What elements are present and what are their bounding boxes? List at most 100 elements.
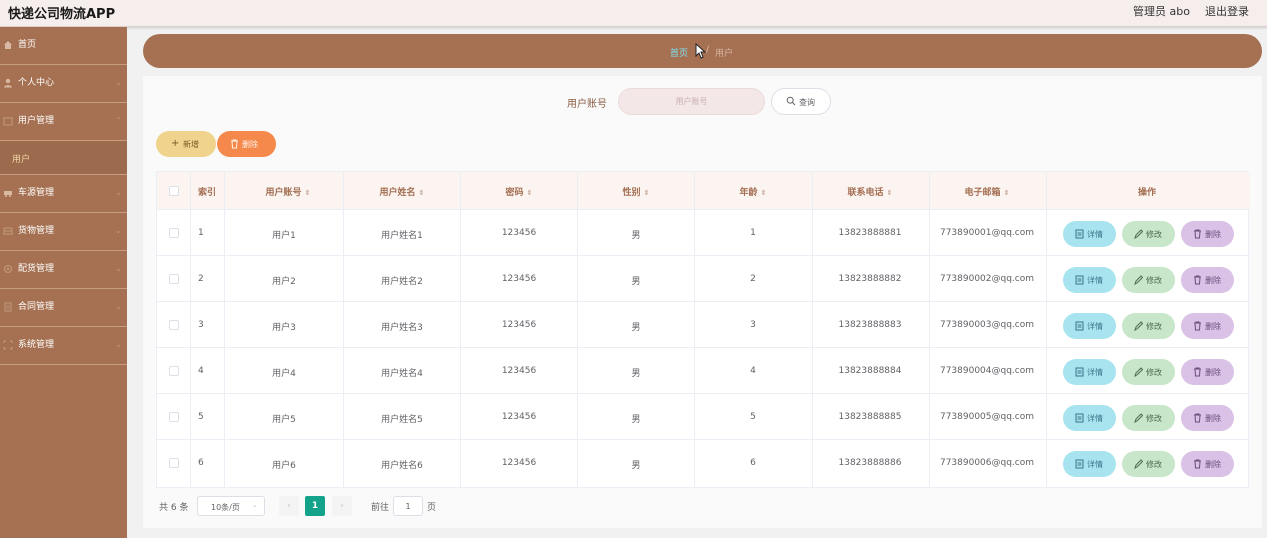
document-icon	[1075, 321, 1084, 331]
edit-button[interactable]: 修改	[1122, 267, 1175, 293]
page-number-current[interactable]: 1	[305, 496, 325, 516]
detail-button[interactable]: 详情	[1063, 313, 1116, 339]
sort-icon[interactable]: ⇕	[305, 189, 311, 197]
delete-button[interactable]: 删除	[1181, 313, 1234, 339]
cell-gender: 男	[631, 415, 641, 425]
sidebar-item-personal-center[interactable]: 个人中心 ⌄	[0, 65, 127, 103]
detail-button-label: 详情	[1087, 322, 1103, 331]
sidebar-item-label: 系统管理	[18, 340, 55, 350]
detail-button[interactable]: 详情	[1063, 267, 1116, 293]
cell-password: 123456	[501, 458, 537, 468]
cell-age: 5	[750, 412, 756, 422]
cell-gender: 男	[631, 369, 641, 379]
chevron-down-icon: ⌄	[115, 264, 122, 273]
column-header-gender[interactable]: 性别 ⇕	[623, 185, 650, 198]
batch-delete-button[interactable]: 删除	[217, 131, 276, 157]
sidebar-item-vehicle-management[interactable]: 车源管理 ⌄	[0, 175, 127, 213]
delete-button[interactable]: 删除	[1181, 405, 1234, 431]
edit-button[interactable]: 修改	[1122, 451, 1175, 477]
trash-icon	[230, 139, 239, 149]
search-label: 用户账号	[567, 99, 607, 110]
sort-icon[interactable]: ⇕	[644, 189, 650, 197]
sidebar-item-home[interactable]: 首页	[0, 27, 127, 65]
add-button[interactable]: + 新增	[156, 131, 216, 157]
goto-page-suffix: 页	[427, 503, 437, 513]
column-header-age[interactable]: 年龄 ⇕	[740, 185, 767, 198]
trash-icon	[1193, 413, 1202, 423]
prev-page-button[interactable]: ‹	[279, 496, 299, 516]
sidebar-item-goods-management[interactable]: 货物管理 ⌄	[0, 213, 127, 251]
search-input[interactable]	[618, 88, 765, 115]
column-header-phone[interactable]: 联系电话 ⇕	[848, 185, 893, 198]
column-header-label: 密码	[505, 188, 524, 198]
sidebar-item-user-management[interactable]: 用户管理 ⌃	[0, 103, 127, 141]
cell-gender: 男	[631, 461, 641, 471]
row-checkbox[interactable]	[169, 412, 179, 422]
cell-index: 1	[198, 228, 204, 238]
delete-button-label: 删除	[1205, 230, 1221, 239]
edit-button[interactable]: 修改	[1122, 405, 1175, 431]
document-icon	[1075, 413, 1084, 423]
chevron-down-icon: ⌄	[115, 340, 122, 349]
detail-button[interactable]: 详情	[1063, 405, 1116, 431]
select-all-checkbox[interactable]	[169, 186, 179, 196]
cell-account: 用户1	[272, 231, 296, 241]
trash-icon	[1193, 229, 1202, 239]
detail-button[interactable]: 详情	[1063, 359, 1116, 385]
row-checkbox[interactable]	[169, 320, 179, 330]
column-header-name[interactable]: 用户姓名 ⇕	[380, 185, 425, 198]
delete-button[interactable]: 删除	[1181, 221, 1234, 247]
cell-index: 4	[198, 366, 204, 376]
column-header-label: 年龄	[739, 188, 758, 198]
sidebar-subitem-users[interactable]: 用户	[0, 141, 127, 175]
column-header-password[interactable]: 密码 ⇕	[506, 185, 533, 198]
sort-icon[interactable]: ⇕	[887, 189, 893, 197]
cell-age: 6	[750, 458, 756, 468]
row-checkbox[interactable]	[169, 458, 179, 468]
sidebar-item-label: 车源管理	[18, 188, 55, 198]
row-checkbox[interactable]	[169, 274, 179, 284]
edit-button-label: 修改	[1146, 368, 1162, 377]
detail-button[interactable]: 详情	[1063, 451, 1116, 477]
delete-button[interactable]: 删除	[1181, 451, 1234, 477]
query-button[interactable]: 查询	[771, 88, 831, 115]
sort-icon[interactable]: ⇕	[1004, 189, 1010, 197]
page-size-select[interactable]: 10条/页 ⌄	[197, 496, 265, 516]
cell-account: 用户4	[272, 369, 296, 379]
table-header: 索引 用户账号 ⇕ 用户姓名 ⇕ 密码 ⇕ 性别 ⇕ 年龄 ⇕ 联系电话 ⇕ 电子邮箱 ⇕ 操…	[157, 172, 1250, 210]
sidebar-item-label: 配货管理	[18, 264, 55, 274]
goto-page-input[interactable]	[393, 496, 423, 516]
sidebar-item-contract-management[interactable]: 合同管理 ⌄	[0, 289, 127, 327]
sidebar-item-system-management[interactable]: 系统管理 ⌄	[0, 327, 127, 365]
trash-icon	[1193, 275, 1202, 285]
column-header-label: 电子邮箱	[964, 188, 1001, 198]
query-button-label: 查询	[799, 98, 815, 107]
breadcrumb-home[interactable]: 首页	[670, 46, 688, 59]
cell-age: 4	[750, 366, 756, 376]
logout-link[interactable]: 退出登录	[1205, 3, 1249, 19]
edit-button[interactable]: 修改	[1122, 313, 1175, 339]
edit-button[interactable]: 修改	[1122, 359, 1175, 385]
column-header-account[interactable]: 用户账号 ⇕	[266, 185, 311, 198]
edit-button[interactable]: 修改	[1122, 221, 1175, 247]
page-size-value: 10条/页	[211, 503, 240, 512]
system-icon	[3, 340, 13, 350]
next-page-button[interactable]: ›	[332, 496, 352, 516]
app-title: 快递公司物流APP	[8, 7, 116, 22]
delete-button[interactable]: 删除	[1181, 267, 1234, 293]
delete-button-label: 删除	[1205, 276, 1221, 285]
delete-button[interactable]: 删除	[1181, 359, 1234, 385]
sort-icon[interactable]: ⇕	[419, 189, 425, 197]
document-icon	[1075, 367, 1084, 377]
sort-icon[interactable]: ⇕	[761, 189, 767, 197]
column-header-email[interactable]: 电子邮箱 ⇕	[965, 185, 1010, 198]
table-row: 3 用户3 用户姓名3 123456 男 3 13823888883 77389…	[157, 302, 1250, 348]
cell-password: 123456	[501, 366, 537, 376]
sort-icon[interactable]: ⇕	[527, 189, 533, 197]
pencil-icon	[1134, 275, 1144, 286]
row-checkbox[interactable]	[169, 366, 179, 376]
detail-button[interactable]: 详情	[1063, 221, 1116, 247]
sidebar-item-distribution-management[interactable]: 配货管理 ⌄	[0, 251, 127, 289]
row-checkbox[interactable]	[169, 228, 179, 238]
cell-gender: 男	[631, 323, 641, 333]
